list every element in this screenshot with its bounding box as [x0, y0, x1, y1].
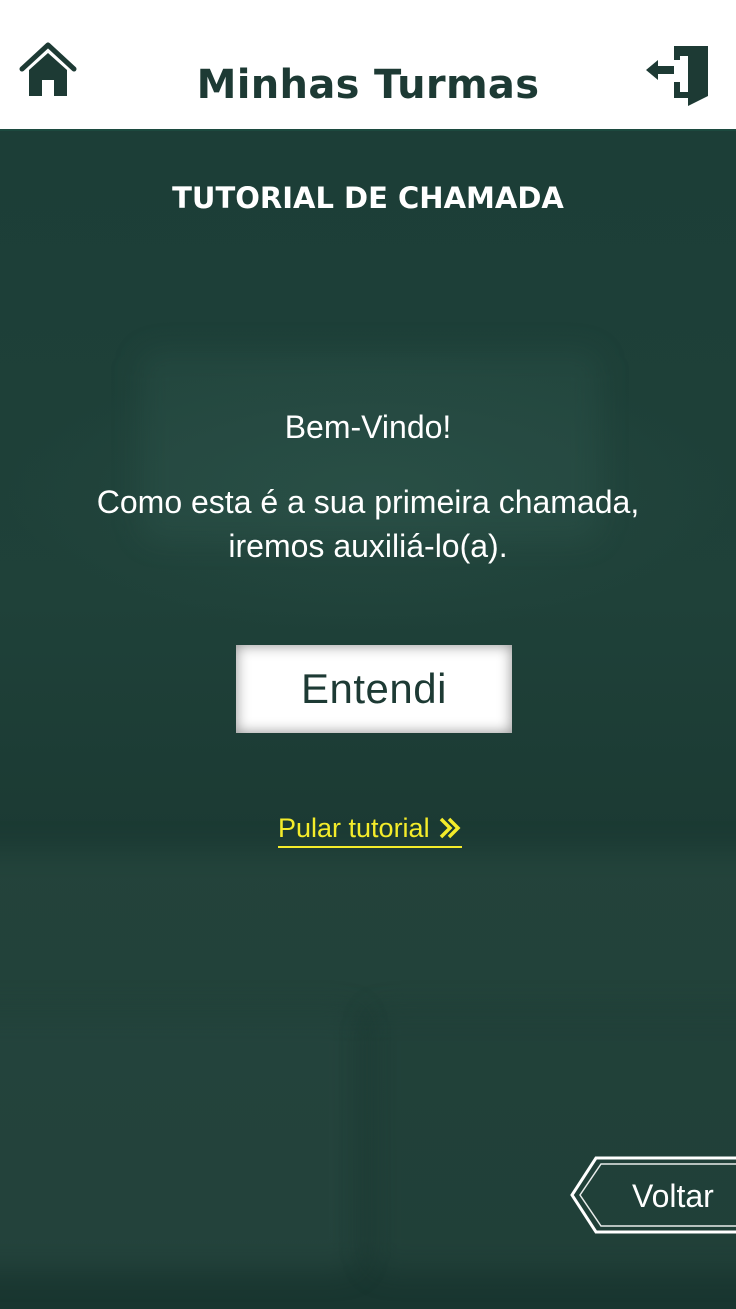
exit-button[interactable] [644, 42, 712, 108]
tutorial-message: Como esta é a sua primeira chamada, irem… [60, 480, 676, 568]
back-button-label[interactable]: Voltar [632, 1176, 714, 1216]
top-bar: Minhas Turmas [0, 0, 736, 131]
skip-tutorial-label: Pular tutorial [278, 812, 430, 843]
tutorial-title: TUTORIAL DE CHAMADA [172, 181, 564, 215]
background-desk-shape [0, 851, 736, 1011]
message-line: Como esta é a sua primeira chamada, [96, 484, 640, 520]
message-line: iremos auxiliá-lo(a). [228, 528, 508, 564]
welcome-text: Bem-Vindo! [284, 409, 452, 445]
page-title: Minhas Turmas [196, 62, 540, 108]
exit-door-icon [646, 46, 708, 106]
double-chevron-right-icon [439, 817, 461, 839]
background-chair-shape [0, 1011, 360, 1271]
entendi-button[interactable]: Entendi [236, 645, 512, 733]
skip-tutorial-link[interactable]: Pular tutorial [278, 810, 462, 848]
